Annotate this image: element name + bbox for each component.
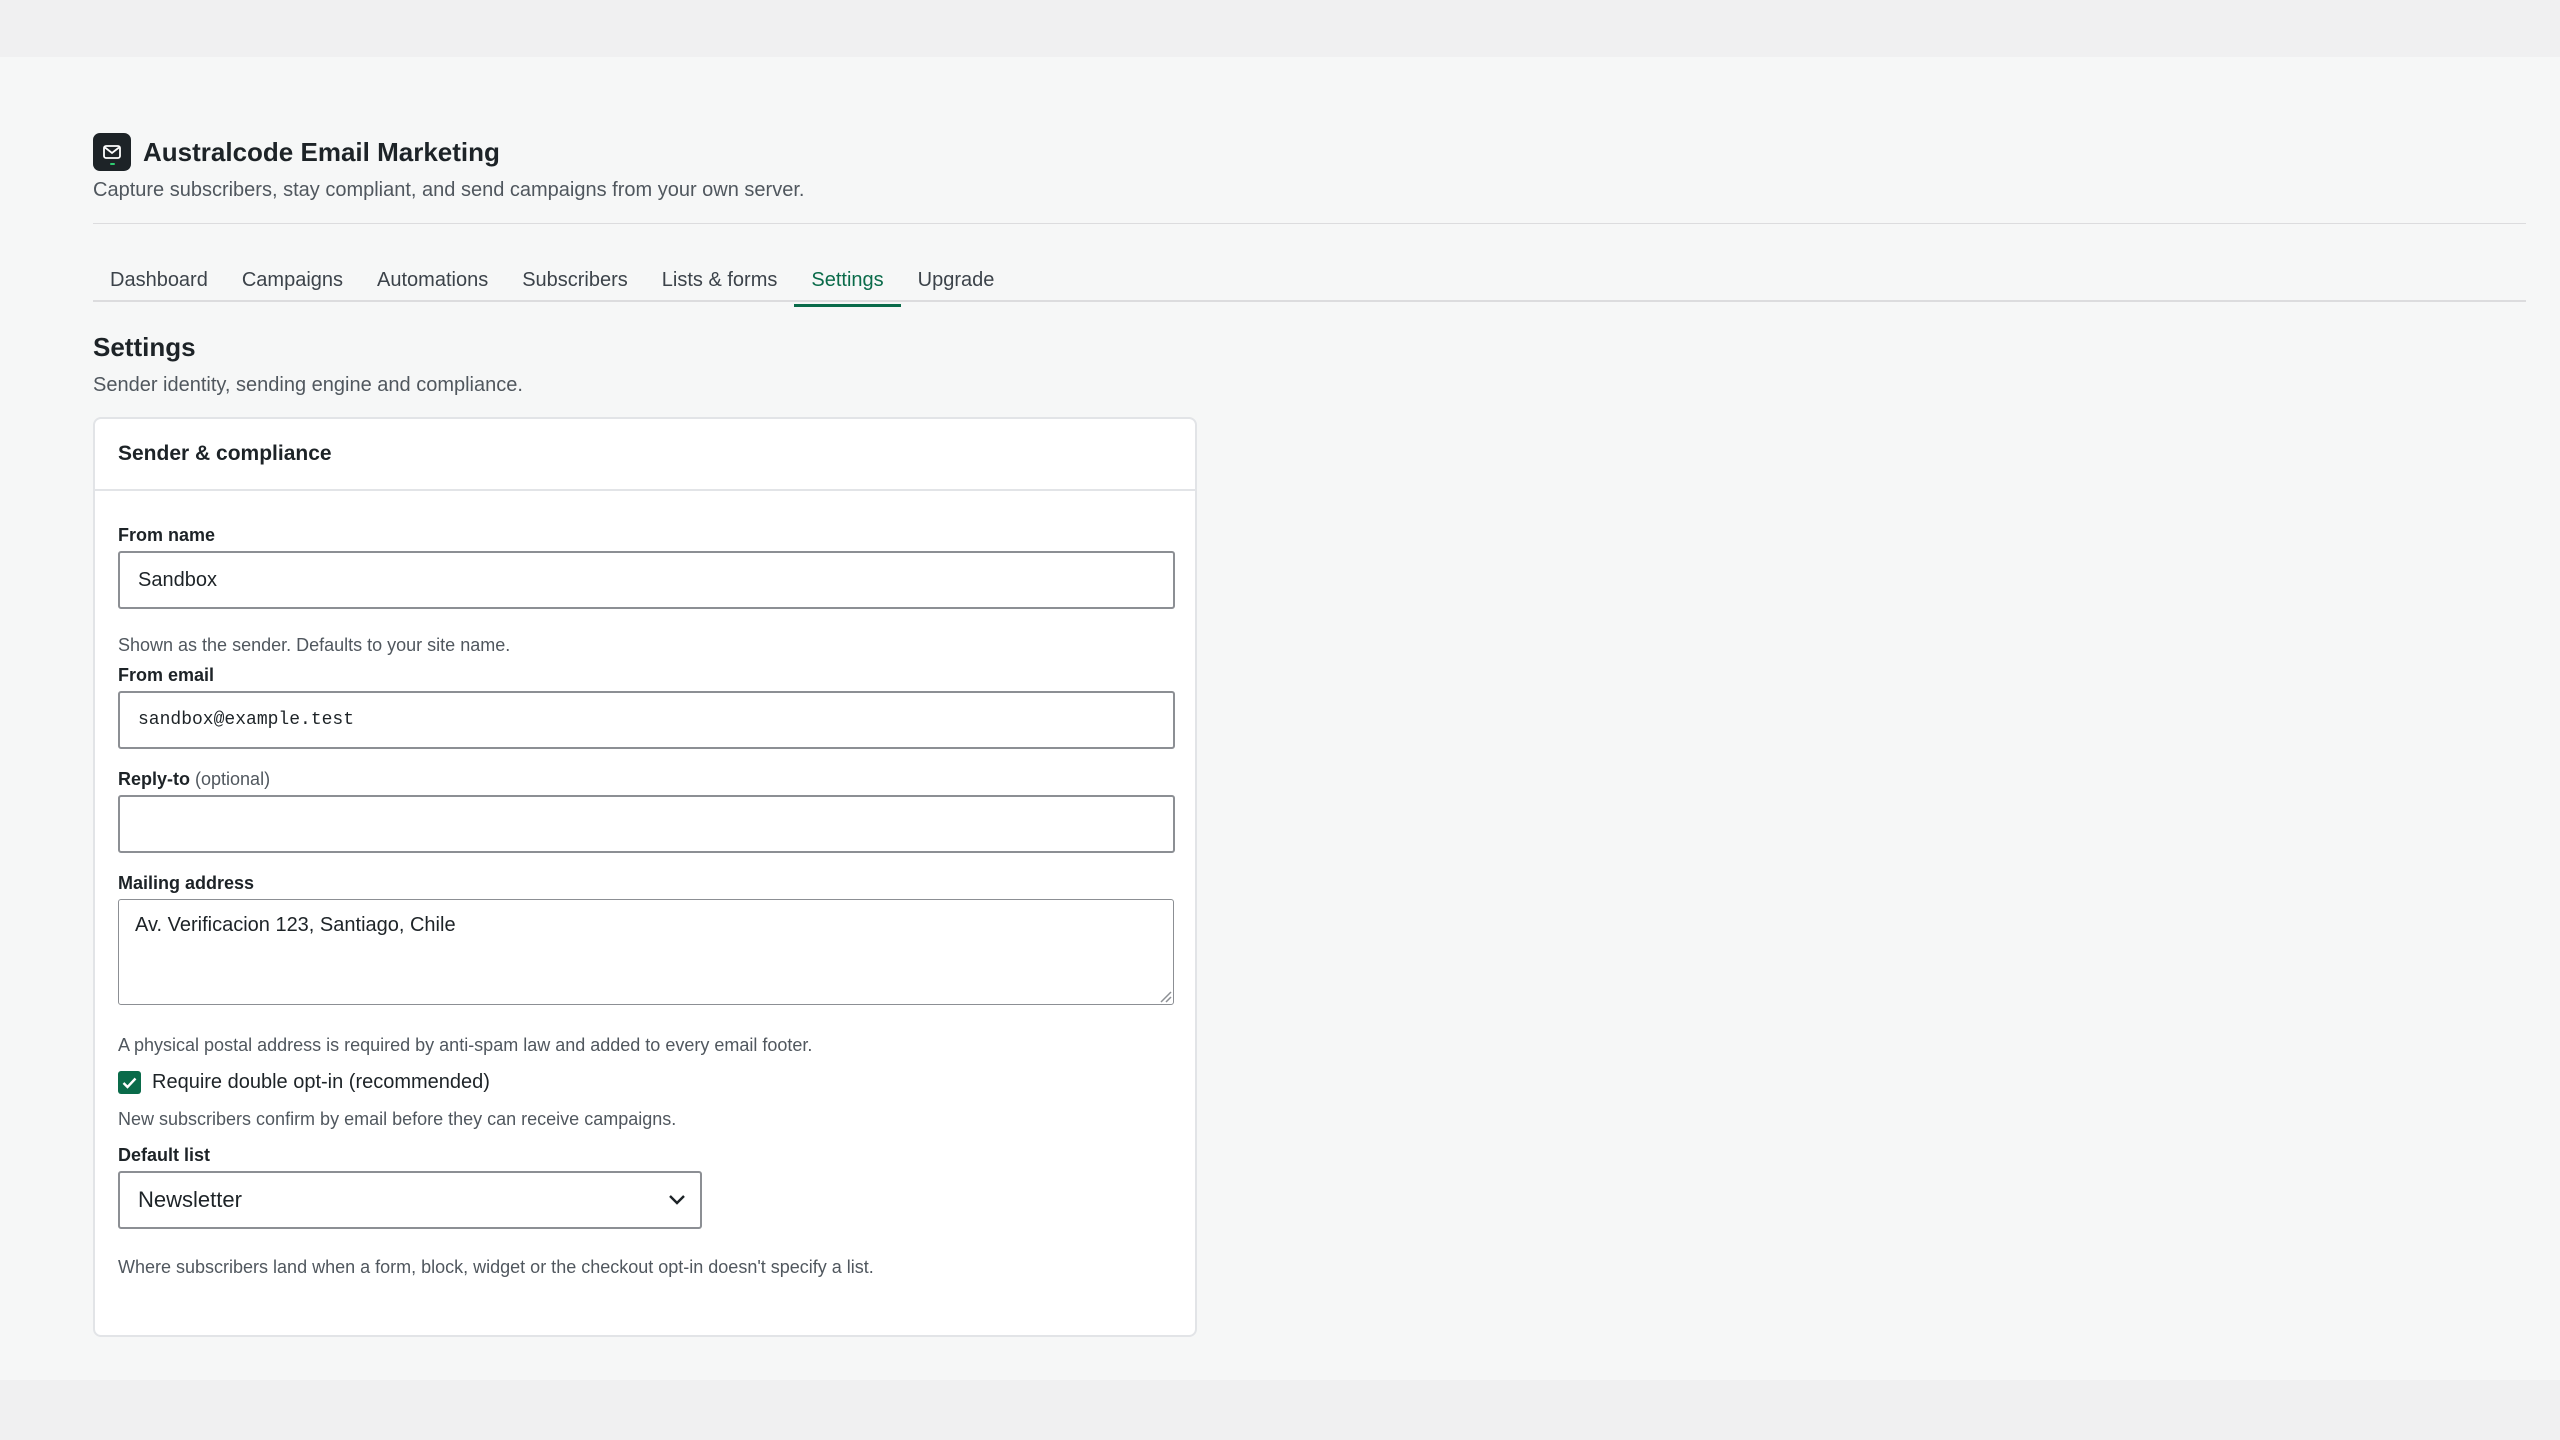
from-email-label: From email <box>118 665 215 685</box>
default-list-label: Default list <box>118 1145 211 1165</box>
mail-icon <box>93 133 131 171</box>
default-list-help: Where subscribers land when a form, bloc… <box>118 1257 874 1277</box>
checkbox-checked-icon[interactable] <box>118 1071 141 1094</box>
default-list-select[interactable]: Newsletter <box>118 1171 702 1229</box>
chevron-down-icon <box>669 1195 685 1205</box>
tab-upgrade[interactable]: Upgrade <box>901 262 1012 306</box>
card-title: Sender & compliance <box>95 419 1195 491</box>
header-divider <box>93 223 2526 224</box>
page-subtitle: Sender identity, sending engine and comp… <box>93 374 523 396</box>
reply-to-label: Reply-to (optional) <box>118 769 270 790</box>
tab-campaigns[interactable]: Campaigns <box>225 262 360 306</box>
tab-automations[interactable]: Automations <box>360 262 505 306</box>
status-dot <box>110 163 115 165</box>
mailing-address-textarea[interactable]: Av. Verificacion 123, Santiago, Chile <box>118 899 1174 1005</box>
resize-grip-icon[interactable] <box>1158 989 1172 1003</box>
double-optin-checkbox-row[interactable]: Require double opt-in (recommended) <box>118 1071 490 1094</box>
footer-band <box>0 1380 2560 1440</box>
mailing-address-label: Mailing address <box>118 873 255 893</box>
page-background: Australcode Email Marketing Capture subs… <box>0 57 2560 1380</box>
from-name-help: Shown as the sender. Defaults to your si… <box>118 635 511 655</box>
double-optin-help: New subscribers confirm by email before … <box>118 1109 677 1129</box>
from-name-input[interactable] <box>118 551 1175 609</box>
double-optin-label: Require double opt-in (recommended) <box>152 1071 490 1093</box>
mailing-address-help: A physical postal address is required by… <box>118 1035 813 1055</box>
default-list-value: Newsletter <box>138 1187 242 1212</box>
from-name-label: From name <box>118 525 216 545</box>
nav-tabs: Dashboard Campaigns Automations Subscrib… <box>93 262 2526 307</box>
brand-header: Australcode Email Marketing <box>93 133 500 171</box>
tab-dashboard[interactable]: Dashboard <box>93 262 225 306</box>
tab-lists-forms[interactable]: Lists & forms <box>645 262 795 306</box>
tab-settings[interactable]: Settings <box>794 262 901 307</box>
reply-to-label-text: Reply-to <box>118 769 190 789</box>
optional-hint: (optional) <box>195 769 271 789</box>
reply-to-input[interactable] <box>118 795 1175 853</box>
sender-compliance-card: Sender & compliance From name Shown as t… <box>93 417 1197 1337</box>
tab-subscribers[interactable]: Subscribers <box>505 262 645 306</box>
page-title: Settings <box>93 332 196 362</box>
from-email-input[interactable] <box>118 691 1175 749</box>
app-title: Australcode Email Marketing <box>143 136 500 167</box>
app-tagline: Capture subscribers, stay compliant, and… <box>93 179 805 201</box>
